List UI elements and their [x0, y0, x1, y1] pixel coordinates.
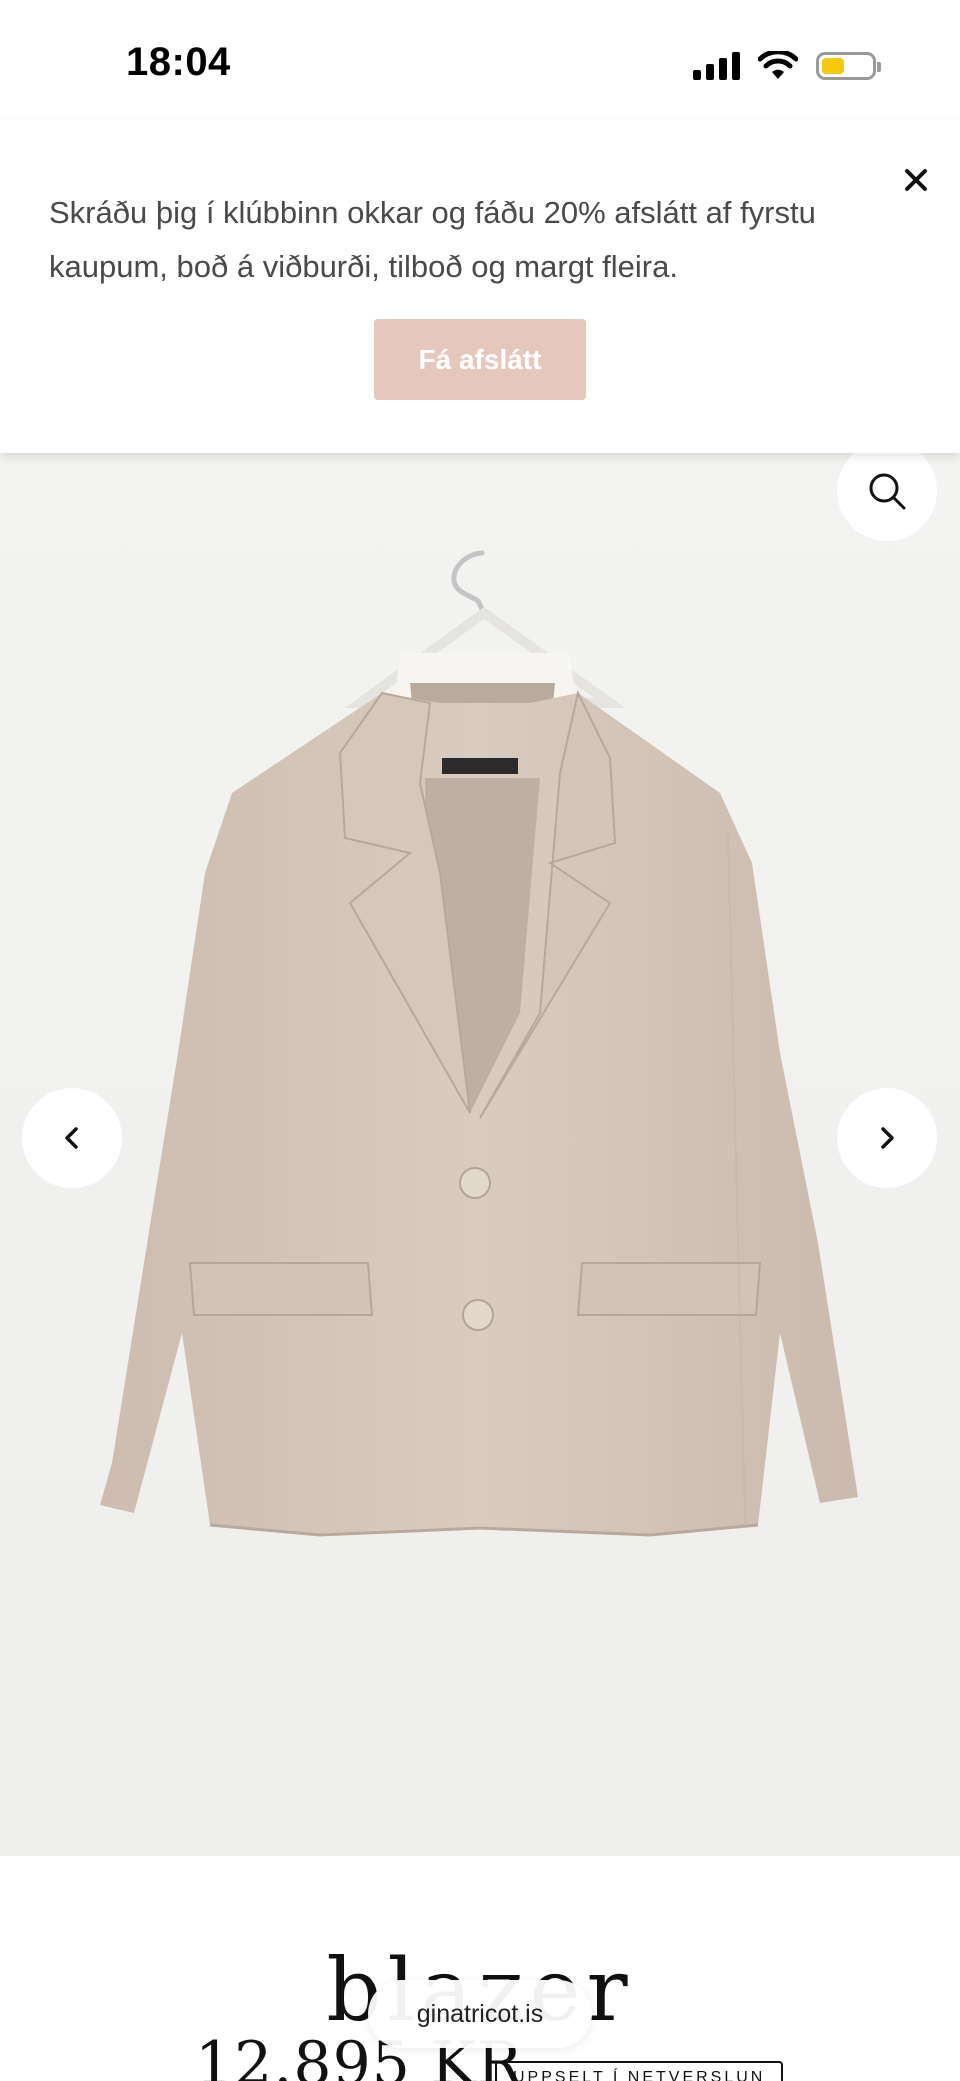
- newsletter-promo-banner: Skráðu þig í klúbbinn okkar og fáðu 20% …: [0, 120, 960, 453]
- promo-text: Skráðu þig í klúbbinn okkar og fáðu 20% …: [49, 195, 816, 284]
- next-image-button[interactable]: [837, 1088, 937, 1188]
- chevron-right-icon: [881, 1127, 894, 1149]
- browser-url-bar[interactable]: ginatricot.is: [368, 1980, 592, 2048]
- status-time: 18:04: [126, 40, 231, 84]
- stock-status-badge: UPPSELT Í NETVERSLUN: [495, 2061, 784, 2081]
- previous-image-button[interactable]: [22, 1088, 122, 1188]
- zoom-button[interactable]: [837, 441, 937, 541]
- product-photo-blazer: [0, 453, 960, 1856]
- chevron-left-icon: [65, 1127, 78, 1149]
- status-icons: [693, 46, 881, 86]
- battery-level: [822, 58, 844, 74]
- battery-icon: [816, 52, 881, 80]
- cellular-signal-icon: [693, 52, 740, 80]
- status-bar: 18:04: [0, 0, 960, 120]
- close-icon[interactable]: [896, 160, 936, 200]
- wifi-icon: [758, 51, 798, 79]
- get-discount-button[interactable]: Fá afslátt: [374, 319, 586, 400]
- search-icon: [869, 473, 906, 510]
- product-image-gallery[interactable]: [0, 453, 960, 1856]
